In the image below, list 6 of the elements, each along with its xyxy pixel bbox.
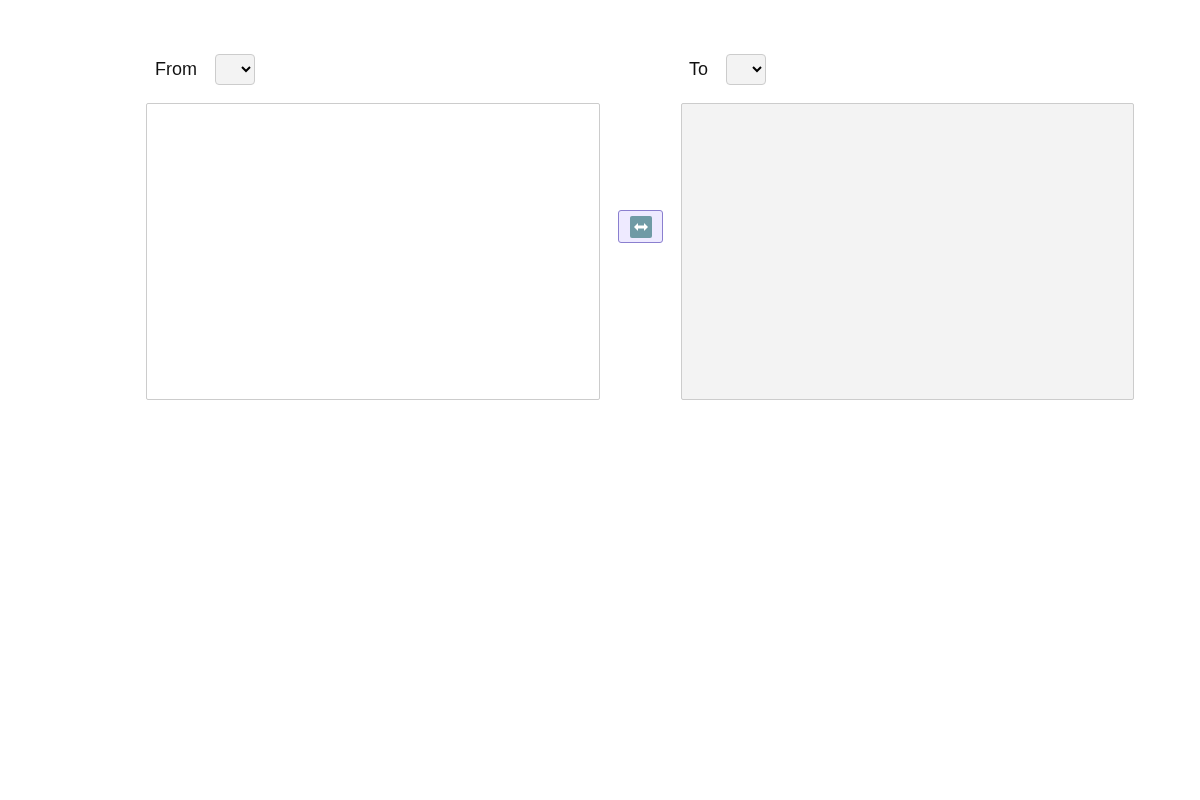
from-label: From [155,59,197,80]
swap-arrows-icon [629,215,652,238]
to-label: To [689,59,708,80]
swap-button[interactable] [618,210,663,243]
language-dropdown[interactable] [215,54,255,85]
language-dropdown[interactable] [726,54,766,85]
